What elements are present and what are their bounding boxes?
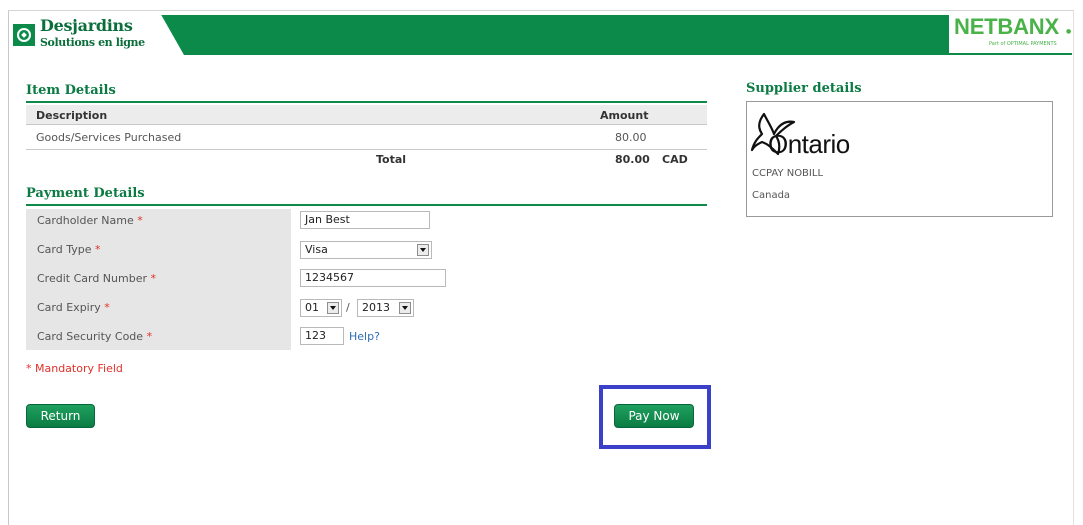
required-mark: *	[95, 243, 101, 256]
required-mark: *	[137, 214, 143, 227]
total-currency: CAD	[662, 153, 688, 166]
card-type-value: Visa	[305, 243, 328, 256]
registered-mark-icon: ●	[1066, 28, 1072, 35]
header-band	[129, 15, 951, 53]
cardholder-name-input[interactable]: Jan Best	[300, 211, 430, 229]
mandatory-field-note: * Mandatory Field	[26, 362, 123, 375]
expiry-year-select[interactable]: 2013	[357, 299, 414, 317]
expiry-year-value: 2013	[362, 301, 390, 314]
expiry-separator: /	[346, 301, 350, 314]
item-amount: 80.00	[615, 131, 647, 144]
supplier-logo-text: Ontario	[768, 129, 850, 159]
desjardins-logo-icon	[13, 24, 35, 46]
brand-name: Desjardins	[40, 16, 133, 35]
return-button[interactable]: Return	[26, 404, 95, 428]
card-expiry-label: Card Expiry *	[37, 301, 110, 314]
table-row-divider	[26, 124, 707, 125]
netbanx-logo: NETBANX ● Part of OPTIMAL PAYMENTS	[949, 11, 1072, 53]
security-code-help-link[interactable]: Help?	[349, 330, 380, 343]
supplier-country: Canada	[752, 190, 791, 201]
partner-tagline: Part of OPTIMAL PAYMENTS	[989, 41, 1057, 47]
payment-details-title: Payment Details	[26, 186, 145, 201]
card-number-input[interactable]: 1234567	[300, 269, 446, 287]
total-label: Total	[376, 153, 407, 166]
column-description: Description	[36, 109, 108, 122]
cardholder-name-label: Cardholder Name *	[37, 214, 143, 227]
security-code-input[interactable]: 123	[300, 327, 344, 345]
chevron-down-icon[interactable]	[399, 302, 411, 314]
required-mark: *	[146, 330, 153, 343]
brand-tagline: Solutions en ligne	[40, 36, 145, 49]
security-code-label: Card Security Code *	[37, 330, 153, 343]
item-description: Goods/Services Purchased	[36, 131, 182, 144]
pay-now-button[interactable]: Pay Now	[614, 404, 694, 428]
required-mark: *	[104, 301, 110, 314]
total-amount: 80.00	[615, 153, 650, 166]
table-row-divider	[26, 149, 707, 150]
partner-name: NETBANX	[954, 14, 1059, 39]
payment-details-rule	[26, 204, 707, 206]
card-number-label: Credit Card Number *	[37, 272, 156, 285]
card-type-select[interactable]: Visa	[300, 241, 432, 259]
desjardins-logo[interactable]: Desjardins Solutions en ligne	[9, 11, 184, 55]
item-details-rule	[26, 101, 707, 103]
chevron-down-icon[interactable]	[327, 302, 339, 314]
column-amount: Amount	[600, 109, 649, 122]
required-mark: *	[150, 272, 157, 285]
item-details-title: Item Details	[26, 83, 116, 98]
expiry-month-value: 01	[305, 301, 319, 314]
supplier-details-title: Supplier details	[746, 81, 862, 96]
card-type-label: Card Type *	[37, 243, 101, 256]
expiry-month-select[interactable]: 01	[300, 299, 342, 317]
supplier-name: CCPAY NOBILL	[752, 168, 824, 179]
chevron-down-icon[interactable]	[417, 244, 429, 256]
header: Desjardins Solutions en ligne NETBANX ● …	[9, 11, 1072, 55]
